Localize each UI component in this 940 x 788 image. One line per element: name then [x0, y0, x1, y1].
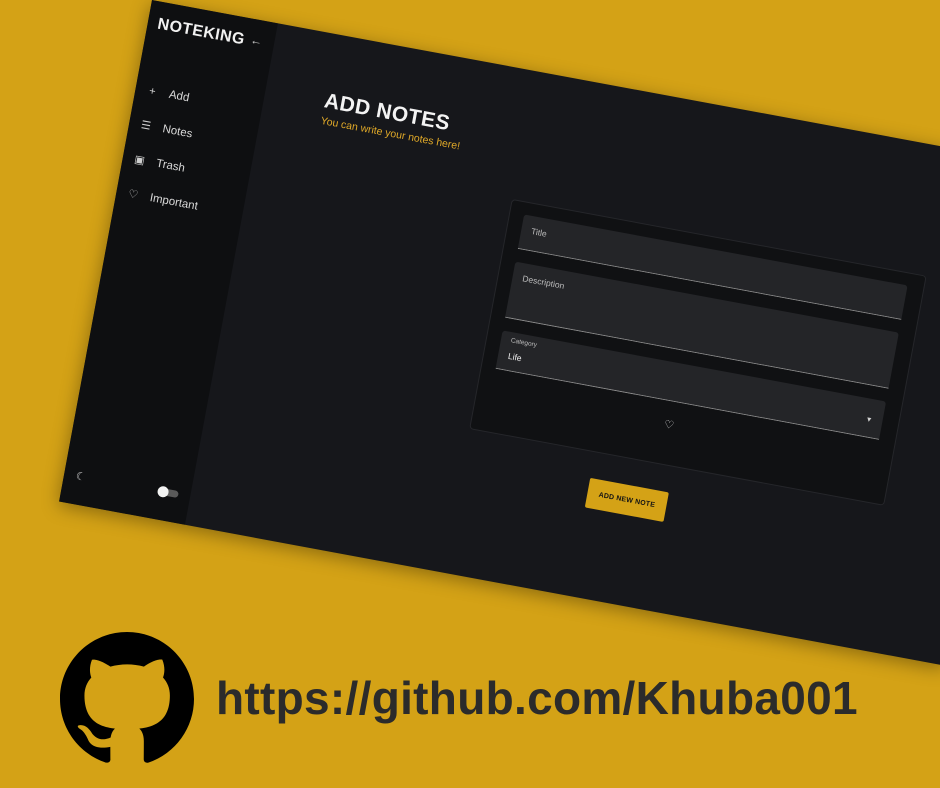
sidebar-item-label: Notes [161, 122, 194, 140]
description-placeholder: Description [521, 273, 566, 291]
add-new-note-button[interactable]: ADD NEW NOTE [584, 477, 669, 522]
sidebar-nav: + Add ☰ Notes ▣ Trash ♡ Important [123, 73, 257, 231]
caret-down-icon: ▼ [864, 416, 874, 425]
main-content: ADD NOTES You can write your notes here!… [185, 23, 940, 665]
brand-logo: NOTEKING [156, 15, 247, 49]
trash-icon: ▣ [133, 153, 146, 168]
category-label: Category [510, 337, 538, 349]
title-placeholder: Title [530, 226, 548, 239]
sidebar-item-label: Important [148, 191, 199, 213]
sidebar-item-label: Add [168, 88, 191, 104]
plus-icon: + [148, 84, 157, 98]
sidebar-item-label: Trash [155, 157, 186, 175]
note-form: Title Description Category Life ▼ ♡ [469, 198, 927, 506]
heart-icon: ♡ [127, 188, 140, 202]
moon-icon[interactable]: ☾ [75, 469, 87, 484]
heart-icon[interactable]: ♡ [663, 418, 675, 433]
arrow-left-icon[interactable]: ← [249, 33, 263, 49]
theme-toggle[interactable] [158, 487, 179, 499]
github-icon [60, 632, 194, 763]
list-icon: ☰ [139, 119, 152, 133]
app-screenshot: NOTEKING ← + Add ☰ Notes ▣ Trash ♡ Impor… [59, 0, 940, 666]
category-value: Life [507, 350, 523, 364]
sidebar-footer: ☾ [75, 469, 180, 501]
github-link[interactable]: https://github.com/Khuba001 [216, 671, 858, 725]
